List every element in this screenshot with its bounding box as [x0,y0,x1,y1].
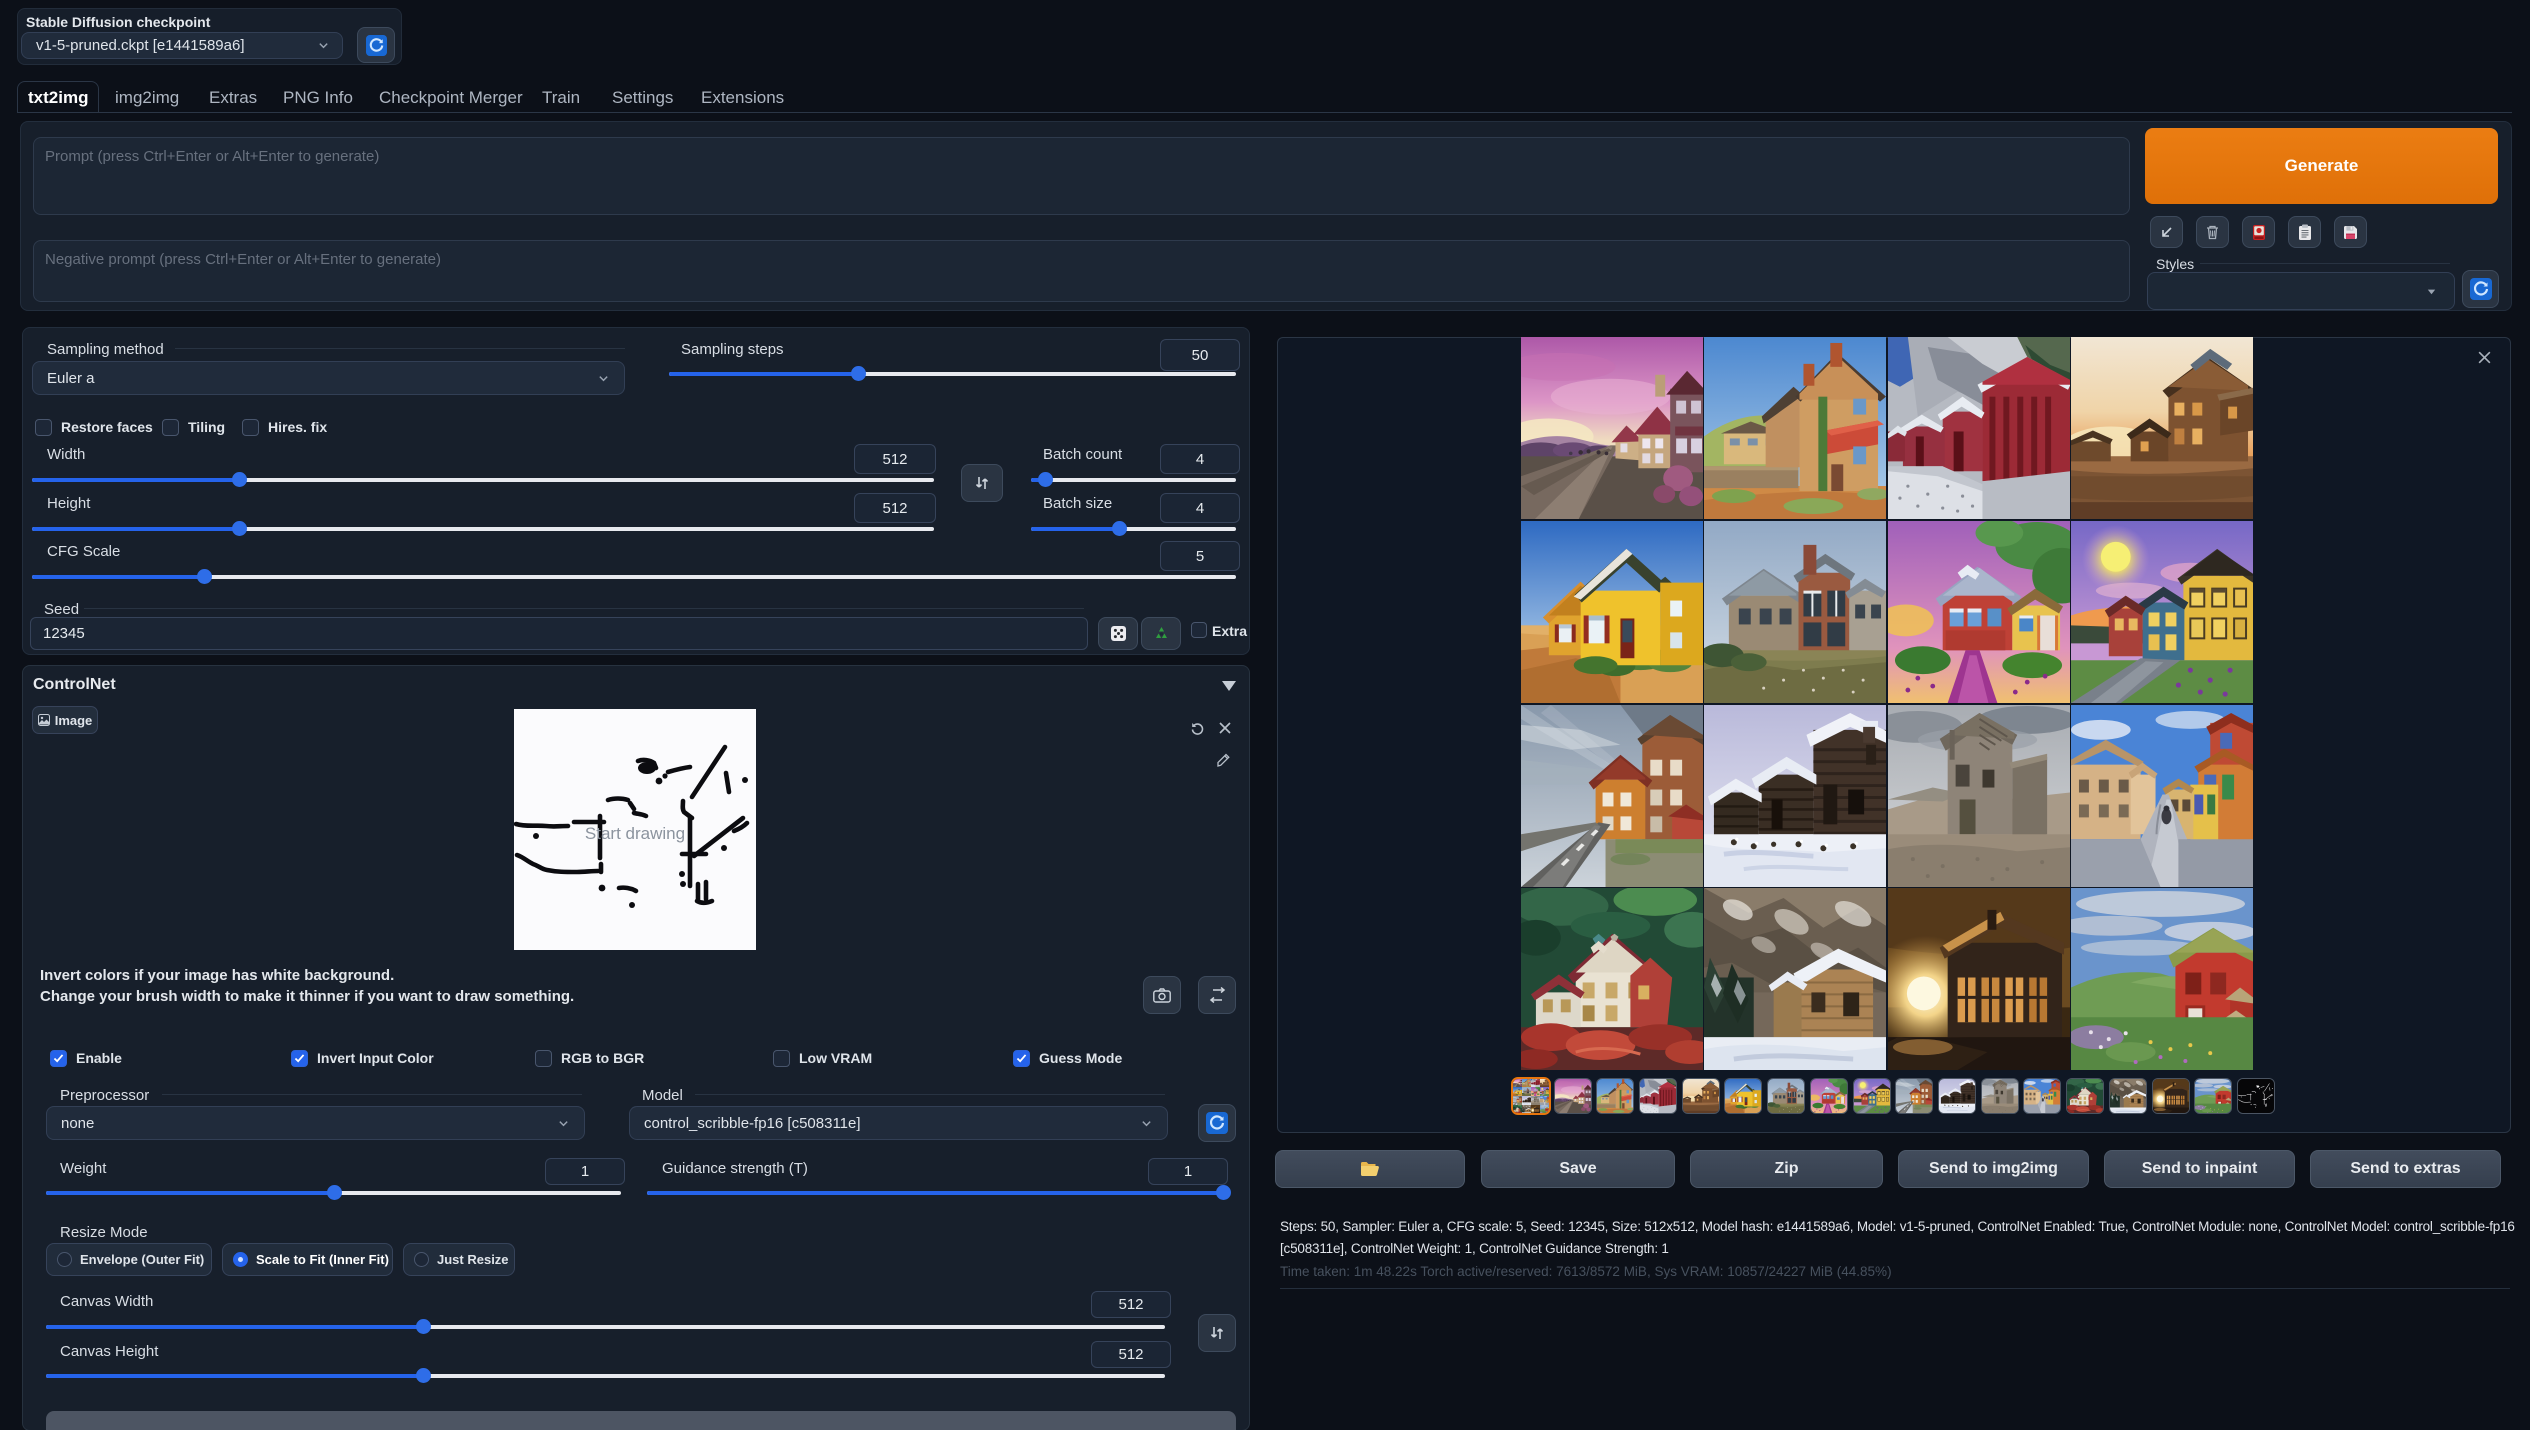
svg-text:Start drawing: Start drawing [585,824,685,843]
